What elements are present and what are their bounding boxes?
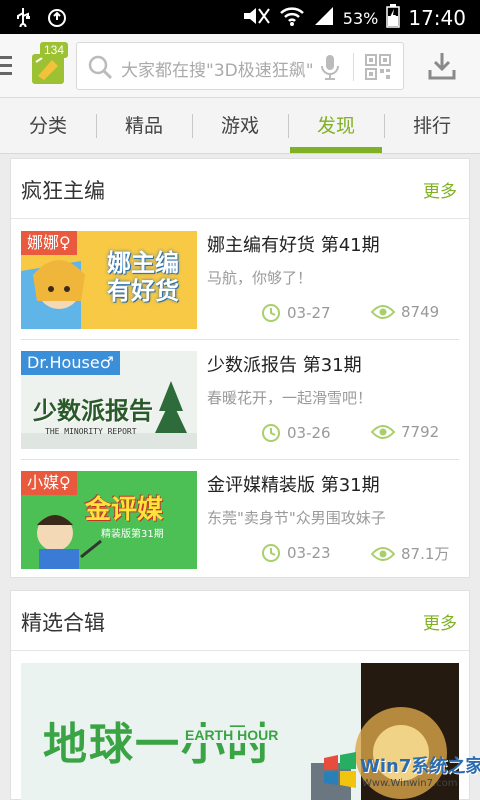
- author-tag: 娜娜♀: [21, 231, 77, 255]
- tab-ranking[interactable]: 排行: [384, 98, 480, 153]
- banner-subtitle: EARTH HOUR: [183, 727, 281, 743]
- search-box[interactable]: 大家都在搜"3D极速狂飙": [76, 42, 404, 90]
- date-text: 03-26: [287, 424, 331, 442]
- qr-scan-icon[interactable]: [365, 54, 391, 84]
- item-views: 87.1万: [371, 543, 449, 564]
- views-text: 8749: [401, 303, 440, 321]
- app-header: 134 大家都在搜"3D极速狂飙": [0, 34, 480, 98]
- item-date: 03-26: [261, 423, 331, 443]
- item-thumbnail: Dr.House♂ 少数派报告 THE MINORITY REPORT: [21, 351, 197, 449]
- sync-icon: [46, 7, 68, 33]
- list-item[interactable]: Dr.House♂ 少数派报告 THE MINORITY REPORT 少数派报…: [11, 339, 469, 459]
- eye-icon: [371, 546, 395, 561]
- watermark-text: Win7系统之家: [360, 756, 480, 777]
- item-title: 少数派报告 第31期: [207, 355, 362, 376]
- eye-icon: [371, 305, 395, 319]
- clock: 17:40: [408, 6, 466, 30]
- editor-section: 疯狂主编 更多 娜娜♀ 娜主编有好货 娜主编有好货 第41期 马航，你够了！ 0…: [10, 158, 470, 578]
- search-icon: [87, 54, 113, 84]
- date-text: 03-27: [287, 304, 331, 322]
- signal-icon: [313, 5, 335, 31]
- tab-discover[interactable]: 发现: [288, 98, 384, 153]
- clock-icon: [262, 544, 280, 562]
- battery-icon: [386, 4, 401, 32]
- views-text: 87.1万: [401, 545, 450, 563]
- watermark-url: Www.Winwin7.com: [362, 778, 458, 789]
- section-header: 精选合辑 更多: [11, 591, 469, 651]
- item-views: 8749: [371, 303, 439, 321]
- author-tag: 小媒♀: [21, 471, 77, 495]
- list-item[interactable]: 小媒♀ 金评媒 精装版第31期 金评媒精装版 第31期 东莞"卖身节"众男围攻妹…: [11, 459, 469, 579]
- mute-icon: [241, 5, 271, 31]
- item-subtitle: 春暖花开，一起滑雪吧！: [207, 389, 373, 407]
- eye-icon: [371, 425, 395, 439]
- watermark: Win7系统之家 Www.Winwin7.com: [320, 748, 480, 800]
- item-subtitle: 马航，你够了！: [207, 269, 313, 287]
- wifi-icon: [279, 5, 305, 31]
- tab-featured[interactable]: 精品: [96, 98, 192, 153]
- update-count-badge: 134: [40, 42, 69, 58]
- item-views: 7792: [371, 423, 439, 441]
- thumbnail-caption: 精装版第31期: [101, 529, 164, 540]
- clock-icon: [262, 304, 280, 322]
- microphone-icon[interactable]: [318, 54, 342, 84]
- search-input[interactable]: 大家都在搜"3D极速狂飙": [121, 56, 331, 81]
- status-bar: 53% 17:40: [0, 0, 480, 34]
- thumbnail-text: 金评媒: [85, 495, 164, 525]
- more-link[interactable]: 更多: [423, 609, 457, 634]
- list-item[interactable]: 娜娜♀ 娜主编有好货 娜主编有好货 第41期 马航，你够了！ 03-27 874…: [11, 219, 469, 339]
- download-icon[interactable]: [426, 50, 458, 86]
- tab-category[interactable]: 分类: [0, 98, 96, 153]
- search-divider: [353, 53, 354, 81]
- section-title: 疯狂主编: [21, 179, 105, 203]
- battery-percent: 53%: [342, 8, 379, 28]
- item-title: 金评媒精装版 第31期: [207, 475, 380, 496]
- item-subtitle: 东莞"卖身节"众男围攻妹子: [207, 509, 386, 527]
- thumbnail-text: 娜主编有好货: [107, 249, 179, 305]
- author-tag: Dr.House♂: [21, 351, 120, 375]
- thumbnail-text: 少数派报告: [33, 397, 153, 425]
- tab-games[interactable]: 游戏: [192, 98, 288, 153]
- section-header: 疯狂主编 更多: [11, 159, 469, 219]
- item-date: 03-23: [261, 543, 331, 563]
- item-date: 03-27: [261, 303, 331, 323]
- views-text: 7792: [401, 423, 440, 441]
- item-thumbnail: 小媒♀ 金评媒 精装版第31期: [21, 471, 197, 569]
- date-text: 03-23: [287, 544, 331, 562]
- usb-icon: [14, 7, 32, 33]
- category-tabs: 分类 精品 游戏 发现 排行: [0, 98, 480, 154]
- windows-logo-icon: [320, 750, 360, 794]
- menu-icon[interactable]: [0, 56, 14, 80]
- more-link[interactable]: 更多: [423, 177, 457, 202]
- section-title: 精选合辑: [21, 611, 105, 635]
- item-title: 娜主编有好货 第41期: [207, 235, 380, 256]
- clock-icon: [262, 424, 280, 442]
- thumbnail-caption: THE MINORITY REPORT: [45, 427, 137, 436]
- item-thumbnail: 娜娜♀ 娜主编有好货: [21, 231, 197, 329]
